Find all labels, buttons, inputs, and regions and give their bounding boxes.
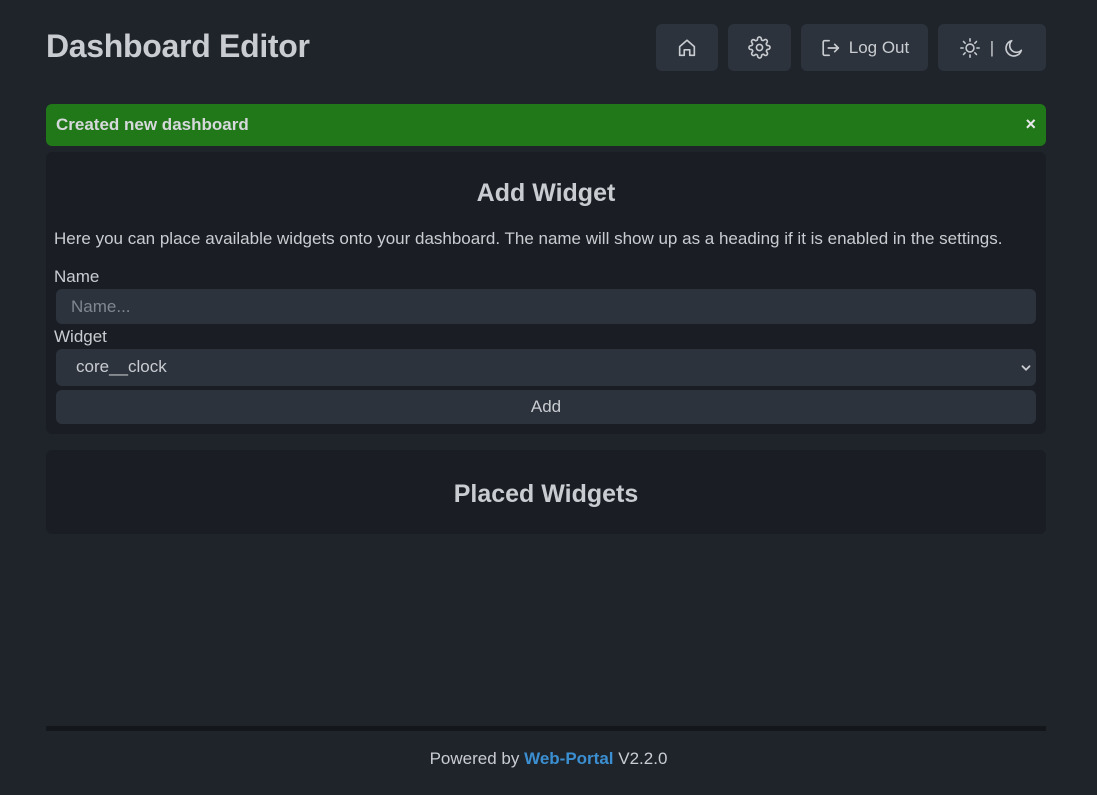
chevron-down-icon (1020, 361, 1032, 379)
footer: Powered by Web-Portal V2.2.0 (0, 749, 1097, 769)
widget-label: Widget (54, 327, 107, 346)
logout-label: Log Out (848, 37, 910, 57)
placed-widgets-heading: Placed Widgets (453, 480, 639, 508)
success-alert: Created new dashboard × (46, 104, 1046, 146)
footer-prefix: Powered by (429, 749, 520, 768)
theme-separator: | (989, 37, 995, 57)
add-widget-card: Add Widget Here you can place available … (46, 152, 1046, 434)
close-icon[interactable]: × (1025, 114, 1036, 135)
widget-select[interactable]: core__clock (56, 349, 1036, 386)
add-widget-description: Here you can place available widgets ont… (54, 229, 1003, 248)
header: Dashboard Editor Log Out | (46, 24, 1046, 71)
logout-button[interactable]: Log Out (801, 24, 928, 71)
name-input[interactable] (56, 289, 1036, 324)
alert-message: Created new dashboard (56, 115, 249, 134)
settings-button[interactable] (728, 24, 791, 71)
sun-icon[interactable] (959, 37, 981, 59)
home-icon (676, 37, 698, 59)
moon-icon[interactable] (1003, 37, 1025, 59)
page-title: Dashboard Editor (46, 28, 310, 64)
web-portal-link[interactable]: Web-Portal (524, 749, 613, 768)
theme-toggle[interactable]: | (938, 24, 1046, 71)
gear-icon (748, 36, 771, 59)
footer-version: V2.2.0 (618, 749, 668, 768)
placed-widgets-card: Placed Widgets (46, 450, 1046, 534)
add-widget-heading: Add Widget (476, 179, 616, 207)
add-button[interactable]: Add (56, 390, 1036, 424)
widget-select-value: core__clock (76, 357, 167, 376)
page: Dashboard Editor Log Out | Created new d… (0, 0, 1097, 795)
name-label: Name (54, 267, 100, 286)
log-out-icon (820, 37, 842, 59)
home-button[interactable] (656, 24, 718, 71)
footer-divider (46, 726, 1046, 731)
